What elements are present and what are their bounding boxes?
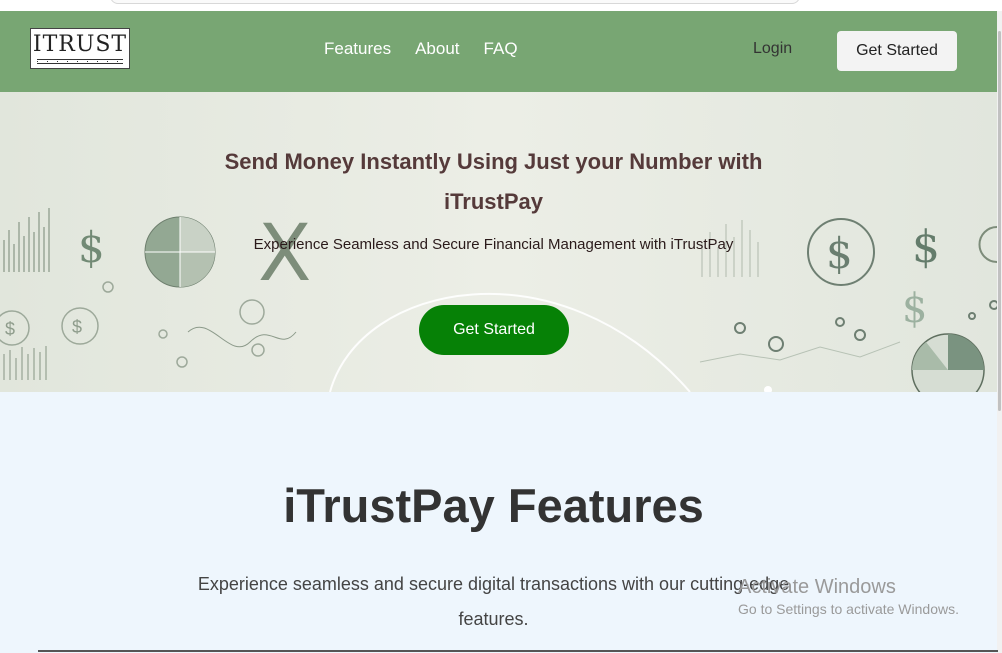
svg-text:$: $ (5, 319, 15, 339)
activate-windows-watermark: Activate Windows Go to Settings to activ… (738, 575, 998, 619)
dollar-sign-icon: $ (78, 223, 105, 272)
partial-circle-decoration (978, 226, 997, 263)
hero-subtitle: Experience Seamless and Secure Financial… (253, 236, 734, 253)
nav-link-features[interactable]: Features (324, 39, 391, 59)
login-link[interactable]: Login (753, 40, 792, 58)
watermark-title: Activate Windows (738, 576, 896, 598)
navbar: ITRUST Features About FAQ Login Get Star… (0, 11, 997, 92)
header-get-started-button[interactable]: Get Started (837, 31, 957, 71)
dollar-sign-icon: $ (902, 286, 927, 332)
bottom-edge-line (38, 650, 998, 652)
address-bar-edge (110, 0, 800, 4)
nav-link-faq[interactable]: FAQ (484, 39, 518, 59)
browser-top-strip (0, 0, 1002, 11)
itrust-logo[interactable]: ITRUST (30, 28, 130, 69)
nav-link-about[interactable]: About (415, 39, 459, 59)
svg-text:$: $ (826, 229, 853, 278)
logo-text: ITRUST (32, 32, 128, 57)
logo-underline-ornament (37, 59, 123, 64)
scrollbar-thumb[interactable] (998, 31, 1001, 411)
vertical-scrollbar[interactable] (997, 11, 1002, 653)
hero-title: Send Money Instantly Using Just your Num… (224, 149, 763, 214)
pie-chart-icon (911, 333, 985, 392)
line-chart-decoration (699, 341, 901, 363)
curly-line-decoration (187, 326, 297, 348)
bar-chart-icon (3, 346, 47, 380)
hero-get-started-button[interactable]: Get Started (419, 305, 569, 355)
hero-section: $ $ $ X $ $ $ Send Money Instantly Using… (0, 92, 997, 392)
features-title: iTrustPay Features (283, 479, 704, 532)
bar-chart-icon (3, 208, 50, 272)
watermark-subtitle: Go to Settings to activate Windows. (738, 601, 959, 617)
features-description: Experience seamless and secure digital t… (197, 574, 790, 629)
main-nav: Features About FAQ (324, 39, 518, 59)
svg-text:$: $ (72, 317, 82, 337)
dollar-sign-icon: $ (912, 222, 940, 273)
x-letter-decoration: X (258, 209, 311, 299)
